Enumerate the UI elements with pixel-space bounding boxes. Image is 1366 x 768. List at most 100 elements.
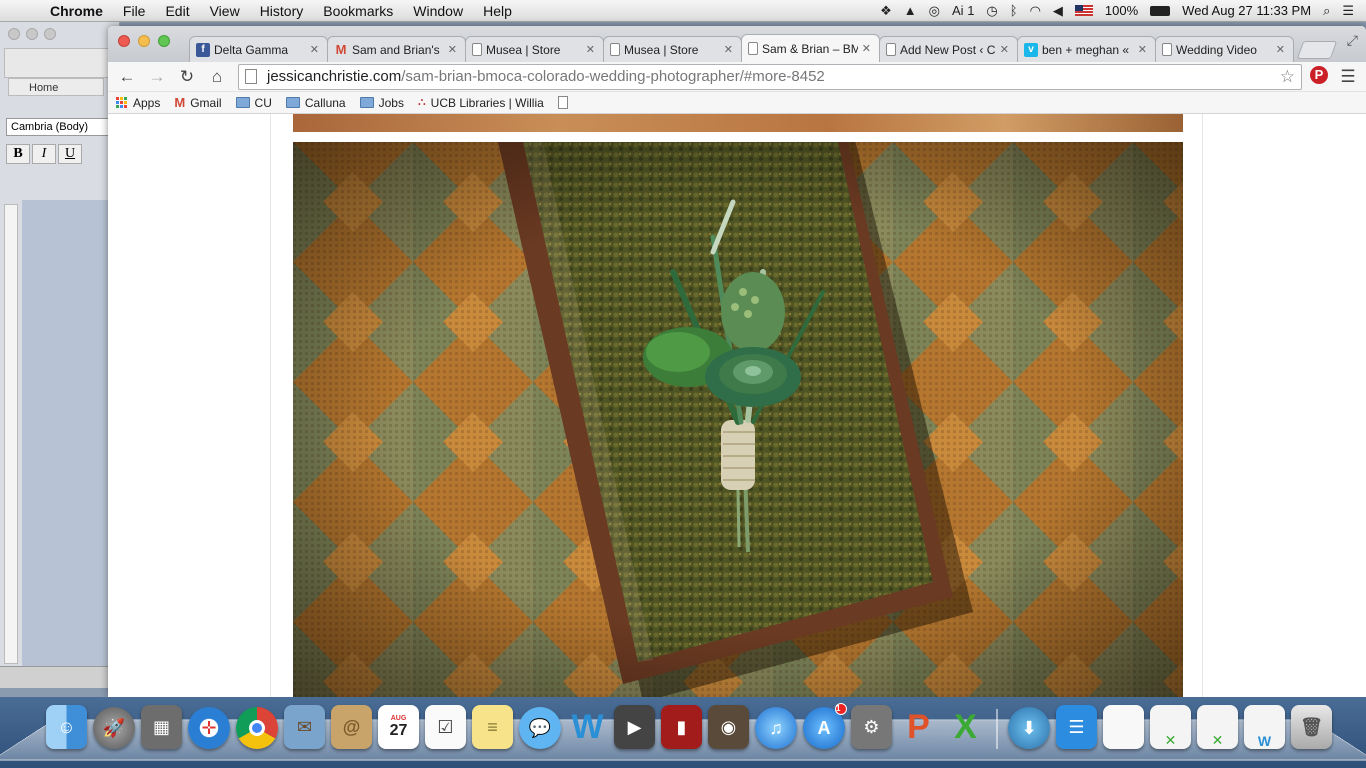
chrome-menu-button[interactable]: ☰ [1336,67,1360,87]
time-machine-icon[interactable]: ◷ [986,3,997,19]
word-font-select[interactable]: Cambria (Body) [6,118,110,136]
bookmark-ucb-libraries[interactable]: ⛬ UCB Libraries | Willia [418,96,544,110]
close-tab-icon[interactable]: ✕ [862,42,871,55]
pinterest-extension-button[interactable]: P [1306,64,1332,90]
content-column-border-left [270,114,271,697]
new-tab-button[interactable] [1296,41,1338,59]
fullscreen-icon[interactable]: ⤢ [1347,32,1358,49]
bookmark-folder-cu[interactable]: CU [235,96,272,110]
zoom-window-button[interactable] [158,35,170,47]
adobe-updates-icon[interactable]: Ai 1 [952,3,974,18]
messages-icon[interactable]: 💬 [519,707,561,749]
launchpad-icon[interactable]: 🚀 [93,707,135,749]
battery-percent[interactable]: 100% [1105,3,1138,18]
app-store-icon[interactable]: A1 [803,703,847,749]
bookmark-gmail[interactable]: M Gmail [174,95,221,110]
image-capture-icon[interactable]: ▦ [141,705,182,749]
downloads-icon[interactable]: ⬇ [1008,707,1050,749]
chrome-icon[interactable] [236,707,278,749]
us-flag-icon[interactable] [1074,5,1093,16]
close-tab-icon[interactable]: ✕ [1138,43,1147,56]
bookmark-blank-page[interactable] [557,96,568,109]
calendar-month: AUG [390,714,407,722]
menu-bookmarks[interactable]: Bookmarks [313,0,403,22]
bookmark-folder-jobs[interactable]: Jobs [359,95,404,110]
contacts-icon[interactable]: @ [331,705,372,749]
photo-booth-icon[interactable]: ▮ [661,705,702,749]
excel-doc-icon[interactable]: ✕ [1150,705,1191,749]
volume-icon[interactable]: ◀ [1053,3,1063,19]
tab-sam-brian-bmoca[interactable]: Sam & Brian – BM ✕ [741,34,880,62]
calendar-icon[interactable]: AUG 27 [378,705,419,749]
bookmark-label: Jobs [378,95,404,110]
tab-delta-gamma[interactable]: f Delta Gamma ✕ [189,36,328,62]
menu-file[interactable]: File [113,0,156,22]
notes-icon[interactable]: ≡ [472,705,513,749]
folder-icon [235,97,250,108]
boutonniere-photo[interactable] [293,142,1183,697]
close-tab-icon[interactable]: ✕ [586,43,595,56]
system-preferences-icon[interactable]: ⚙ [851,705,892,749]
trash-icon[interactable]: 🗑 [1291,705,1332,749]
tab-musea-store-2[interactable]: Musea | Store ✕ [603,36,742,62]
spotlight-icon[interactable]: ⌕ [1323,3,1330,19]
bookmark-star-icon[interactable]: ☆ [1280,67,1295,87]
stacks-icon[interactable]: ☰ [1056,705,1097,749]
wifi-icon[interactable]: ◠ [1030,3,1041,19]
word-view-switcher[interactable] [0,666,120,688]
excel-doc-icon[interactable]: ✕ [1197,705,1238,749]
photo-illustration [293,142,1183,697]
word-doc-icon[interactable]: W [1244,705,1285,749]
creative-cloud-icon[interactable]: ◎ [929,3,940,19]
bookmark-folder-calluna[interactable]: Calluna [285,96,346,110]
finder-icon[interactable]: ☺ [46,705,87,749]
word-icon[interactable]: W [567,705,608,749]
word-home-tab[interactable]: Home [8,78,104,96]
clock[interactable]: Wed Aug 27 11:33 PM [1182,3,1311,18]
minimize-window-button[interactable] [138,35,150,47]
app-menu[interactable]: Chrome [40,0,113,22]
close-tab-icon[interactable]: ✕ [310,43,319,56]
menu-view[interactable]: View [200,0,250,22]
reload-button[interactable]: ↻ [174,65,200,89]
safari-icon[interactable]: ✛ [188,707,230,749]
forward-button[interactable]: → [144,65,170,89]
tab-musea-store-1[interactable]: Musea | Store ✕ [465,36,604,62]
word-bold-button[interactable]: B [6,144,30,164]
content-column-border-right [1202,114,1203,697]
menu-edit[interactable]: Edit [155,0,199,22]
tab-sam-and-brian-gmail[interactable]: M Sam and Brian's ✕ [327,36,466,62]
menu-history[interactable]: History [250,0,314,22]
facetime-icon[interactable]: ▶ [614,705,655,749]
reminders-icon[interactable]: ☑ [425,705,466,749]
close-tab-icon[interactable]: ✕ [724,43,733,56]
powerpoint-icon[interactable]: P [898,705,939,749]
dropbox-icon[interactable]: ❖ [880,3,892,19]
document-icon[interactable] [1103,705,1144,749]
tab-ben-meghan-vimeo[interactable]: v ben + meghan « ✕ [1017,36,1156,62]
back-button[interactable]: ← [114,65,140,89]
word-italic-button[interactable]: I [32,144,56,164]
page-content[interactable] [108,114,1366,697]
tab-wedding-video[interactable]: Wedding Video ✕ [1155,36,1294,62]
close-window-button[interactable] [118,35,130,47]
word-underline-button[interactable]: U [58,144,82,164]
bluetooth-icon[interactable]: ᛒ [1010,3,1018,18]
ucb-icon: ⛬ [417,96,426,108]
itunes-icon[interactable]: ♫ [755,707,797,749]
excel-icon[interactable]: X [945,705,986,749]
tab-add-new-post[interactable]: Add New Post ‹ C ✕ [879,36,1018,62]
menu-window[interactable]: Window [403,0,473,22]
notification-center-icon[interactable]: ☰ [1342,3,1354,19]
bookmark-apps[interactable]: Apps [116,96,160,110]
google-drive-icon[interactable]: ▲ [904,3,917,18]
close-tab-icon[interactable]: ✕ [448,43,457,56]
iphoto-icon[interactable]: ◉ [708,705,749,749]
menu-help[interactable]: Help [473,0,522,22]
close-tab-icon[interactable]: ✕ [1276,43,1285,56]
close-tab-icon[interactable]: ✕ [1000,43,1009,56]
address-bar[interactable]: jessicanchristie.com/sam-brian-bmoca-col… [238,63,1302,90]
mail-icon[interactable]: ✉ [284,705,325,749]
home-button[interactable]: ⌂ [204,65,230,89]
word-document-page[interactable] [22,200,120,670]
